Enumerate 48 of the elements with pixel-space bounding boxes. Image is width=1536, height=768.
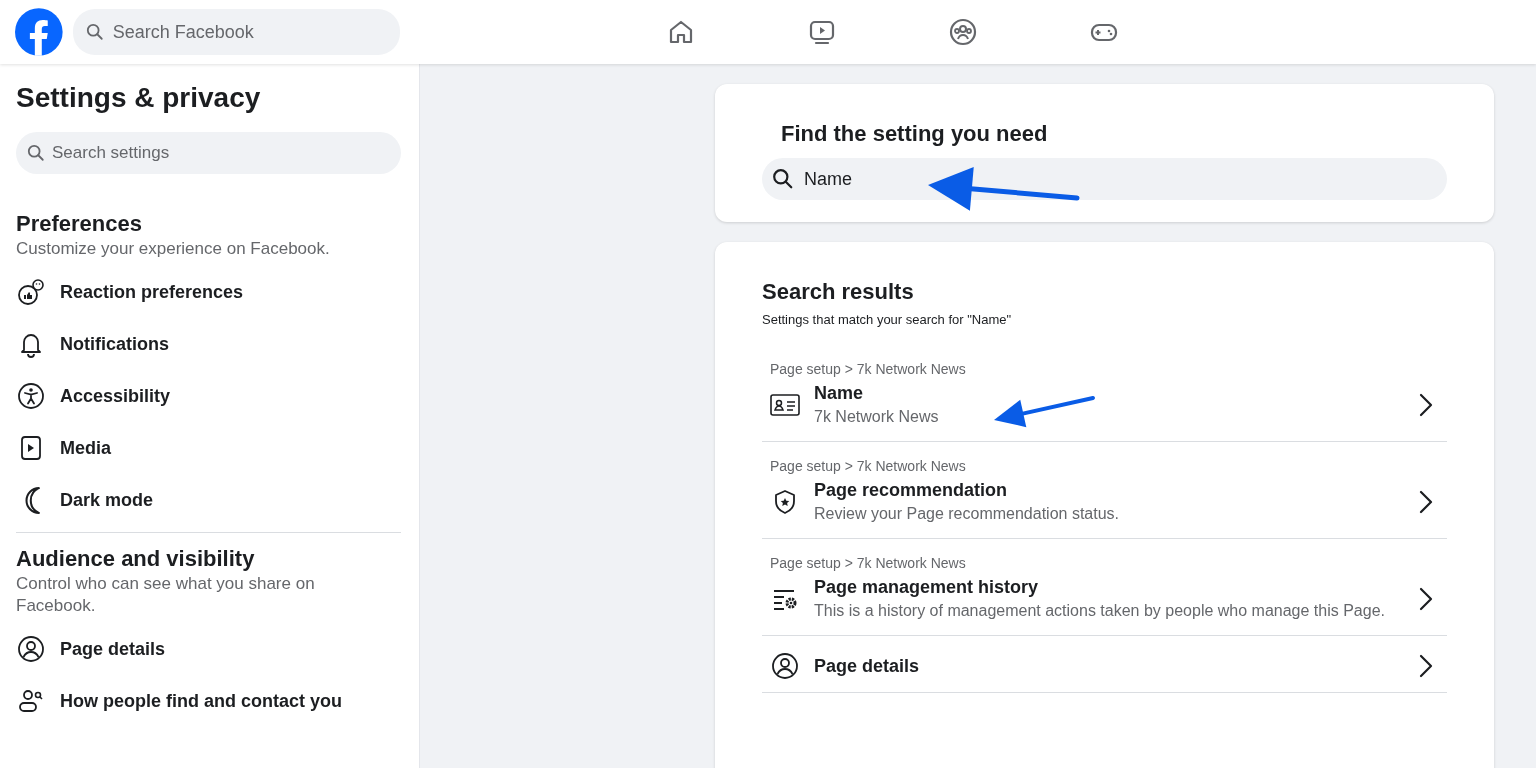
settings-menu-item[interactable]: Accessibility (60, 385, 171, 407)
breadcrumb-text: Page setup > 7k Network News (770, 458, 967, 474)
video-icon[interactable] (807, 18, 836, 46)
id-card-icon (770, 393, 800, 417)
groups-icon[interactable] (948, 18, 977, 46)
section-heading: Audience and visibility (16, 545, 256, 573)
card-title: Search results (762, 278, 915, 306)
section-description: Control who can see what you share on Facebook. (16, 573, 316, 617)
result-title: Page details (814, 655, 920, 678)
result-title: Name (814, 382, 865, 405)
card-title: Find the setting you need (781, 120, 1049, 148)
person-icon (17, 635, 45, 663)
section-description: Customize your experience on Facebook. (16, 238, 331, 260)
search-field[interactable]: Search settings (16, 132, 401, 174)
result-title: Page management history (814, 576, 1040, 599)
person-icon (771, 652, 799, 680)
search-result-row[interactable]: Page details (762, 636, 1447, 693)
result-title: Page recommendation (814, 479, 1009, 502)
search-icon (772, 168, 794, 190)
chevron-right-icon (1419, 490, 1433, 514)
settings-menu-item[interactable]: Reaction preferences (60, 281, 244, 303)
chevron-right-icon (1419, 587, 1433, 611)
settings-menu-item[interactable]: Page details (60, 638, 166, 660)
result-description: This is a history of management actions taken by people who manage this Page. (814, 601, 1385, 621)
breadcrumb-text: Page setup > 7k Network News (770, 555, 967, 571)
search-field[interactable]: Search Facebook (72, 9, 400, 55)
section-heading: Preferences (16, 210, 143, 238)
search-result-row[interactable]: Page setup > 7k Network News Page management history This is a history of management actions taken by people who manage this Page. (762, 539, 1447, 636)
search-icon (85, 23, 104, 41)
settings-menu-item[interactable]: Dark mode (60, 489, 154, 511)
result-description: 7k Network News (814, 407, 939, 427)
facebook-logo-icon[interactable] (15, 8, 63, 56)
search-result-row[interactable]: Page setup > 7k Network News Page recommendation Review your Page recommendation status. (762, 442, 1447, 539)
result-description: Review your Page recommendation status. (814, 504, 1120, 524)
search-field[interactable]: Name (762, 158, 1447, 200)
chevron-right-icon (1419, 654, 1433, 678)
search-icon (27, 144, 45, 162)
breadcrumb-text: Page setup > 7k Network News (770, 361, 967, 377)
accessibility-icon (17, 382, 45, 410)
settings-menu-item[interactable]: Media (60, 437, 111, 459)
reaction-icon (17, 278, 45, 306)
chevron-right-icon (1419, 393, 1433, 417)
page-title: Settings & privacy (16, 81, 262, 115)
moon-icon (22, 486, 40, 514)
settings-menu-item[interactable]: Notifications (60, 333, 169, 355)
results-description: Settings that match your search for "Name" (762, 312, 1013, 327)
person-search-icon (17, 687, 45, 715)
settings-menu-item[interactable]: How people find and contact you (60, 690, 342, 712)
